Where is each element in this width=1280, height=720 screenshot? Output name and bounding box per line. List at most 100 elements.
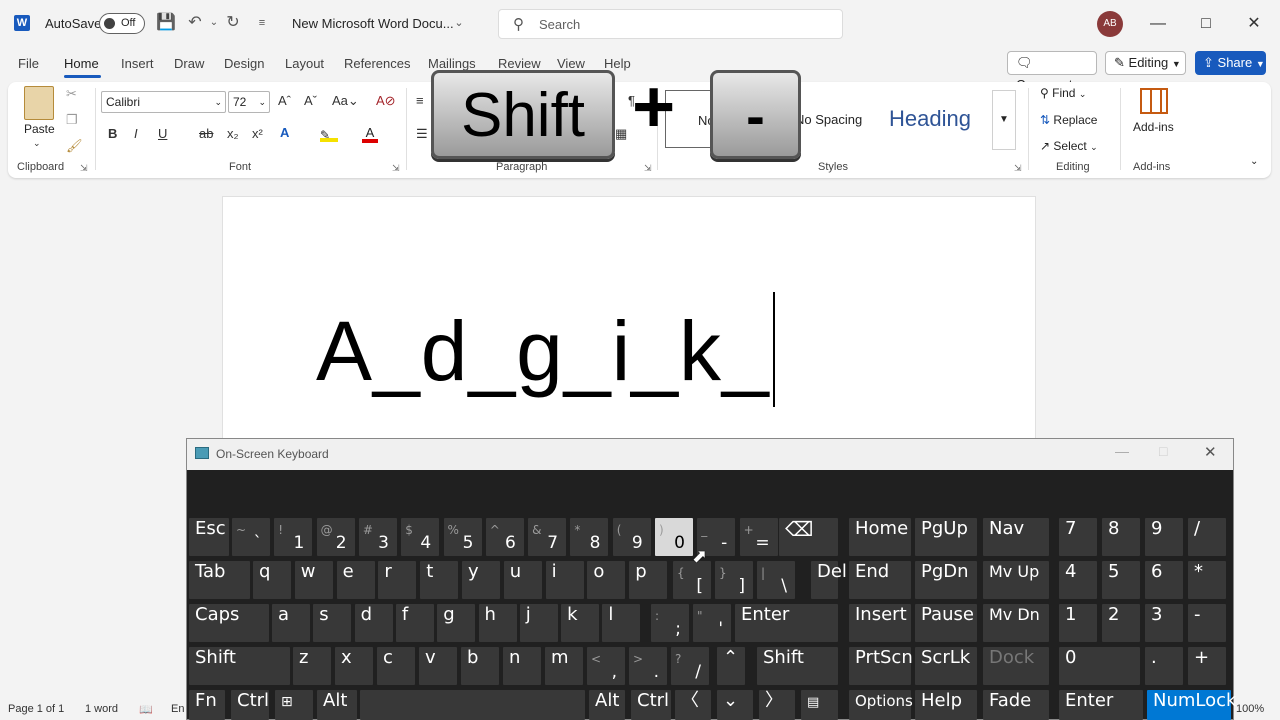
key-shift-left[interactable]: Shift bbox=[189, 647, 290, 685]
add-ins-icon[interactable] bbox=[1140, 88, 1168, 114]
paste-button-label[interactable]: Paste bbox=[24, 122, 55, 136]
subscript-icon[interactable]: x₂ bbox=[227, 126, 239, 141]
tab-layout[interactable]: Layout bbox=[285, 56, 324, 71]
key-ctrl-left[interactable]: Ctrl bbox=[231, 690, 269, 720]
replace-button[interactable]: ⇅ Replace bbox=[1040, 113, 1097, 127]
cut-icon[interactable]: ✂ bbox=[66, 86, 77, 102]
key-numpad[interactable]: . bbox=[1145, 647, 1183, 685]
key-letter-u[interactable]: u bbox=[503, 561, 542, 599]
key-symbol[interactable]: <, bbox=[587, 647, 625, 685]
key-mv-dn[interactable]: Mv Dn bbox=[983, 604, 1049, 642]
proofing-icon[interactable]: 📖 bbox=[139, 703, 153, 716]
font-color-icon[interactable]: A bbox=[362, 125, 378, 143]
key-letter-a[interactable]: a bbox=[272, 604, 310, 642]
word-count-status[interactable]: 1 word bbox=[85, 703, 118, 715]
key-pgup[interactable]: PgUp bbox=[915, 518, 977, 556]
key-row1-1[interactable]: ! 1 bbox=[274, 518, 313, 556]
key-letter-m[interactable]: m bbox=[545, 647, 583, 685]
font-size-combo[interactable]: 72 ⌄ bbox=[228, 91, 270, 113]
key-letter-j[interactable]: j bbox=[519, 604, 558, 642]
clipboard-launcher-icon[interactable]: ⇲ bbox=[80, 163, 88, 174]
key-arrow-up[interactable]: ⌃ bbox=[717, 647, 745, 685]
grow-font-icon[interactable]: Aˆ bbox=[278, 93, 291, 108]
key-help[interactable]: Help bbox=[915, 690, 977, 720]
key-dock[interactable]: Dock bbox=[983, 647, 1049, 685]
format-painter-icon[interactable]: 🖌 bbox=[66, 138, 83, 154]
key-numlock[interactable]: NumLock bbox=[1147, 690, 1236, 720]
key-letter-o[interactable]: o bbox=[587, 561, 626, 599]
language-status[interactable]: En bbox=[171, 703, 184, 715]
style-heading[interactable]: Heading bbox=[889, 106, 971, 132]
tab-draw[interactable]: Draw bbox=[174, 56, 204, 71]
key-row1-8[interactable]: * 8 bbox=[570, 518, 609, 556]
key-fn[interactable]: Fn bbox=[189, 690, 225, 720]
close-icon[interactable]: ✕ bbox=[1242, 12, 1266, 36]
key-letter-t[interactable]: t bbox=[420, 561, 459, 599]
save-icon[interactable]: 💾 bbox=[156, 13, 176, 33]
change-case-icon[interactable]: Aa⌄ bbox=[332, 93, 359, 109]
key-alt-right[interactable]: Alt bbox=[589, 690, 625, 720]
key-row1-5[interactable]: % 5 bbox=[443, 518, 482, 556]
tab-help[interactable]: Help bbox=[604, 56, 631, 71]
key-letter-w[interactable]: w bbox=[294, 561, 333, 599]
key-letter-v[interactable]: v bbox=[419, 647, 457, 685]
shrink-font-icon[interactable]: Aˇ bbox=[304, 93, 317, 108]
text-effects-icon[interactable]: A bbox=[280, 125, 289, 140]
key-row1-6[interactable]: ^ 6 bbox=[485, 518, 524, 556]
comments-button[interactable]: 🗨 Comments bbox=[1007, 51, 1097, 92]
key-pause[interactable]: Pause bbox=[915, 604, 977, 642]
key-end[interactable]: End bbox=[849, 561, 911, 599]
key-prtscn[interactable]: PrtScn bbox=[849, 647, 913, 685]
key-tab[interactable]: Tab bbox=[189, 561, 250, 599]
key-symbol[interactable]: " ' bbox=[693, 604, 731, 642]
key-row1-9[interactable]: (9 bbox=[612, 518, 651, 556]
key-letter-c[interactable]: c bbox=[377, 647, 415, 685]
key-enter[interactable]: Enter bbox=[735, 604, 838, 642]
key-letter-g[interactable]: g bbox=[437, 604, 476, 642]
style-no-spacing[interactable]: No Spacing bbox=[795, 112, 862, 127]
find-button[interactable]: ⚲ Find ⌄ bbox=[1040, 86, 1086, 100]
key-row1-2[interactable]: @2 bbox=[316, 518, 355, 556]
key-letter-b[interactable]: b bbox=[461, 647, 499, 685]
key-symbol[interactable]: :; bbox=[651, 604, 689, 642]
paragraph-launcher-icon[interactable]: ⇲ bbox=[644, 163, 652, 174]
key-options[interactable]: Options bbox=[849, 690, 913, 720]
tab-view[interactable]: View bbox=[557, 56, 585, 71]
copy-icon[interactable]: ❐ bbox=[66, 112, 78, 128]
tab-review[interactable]: Review bbox=[498, 56, 541, 71]
key-letter-y[interactable]: y bbox=[462, 561, 500, 599]
font-name-combo[interactable]: Calibri ⌄ bbox=[101, 91, 226, 113]
key-letter-n[interactable]: n bbox=[503, 647, 541, 685]
key-scrlk[interactable]: ScrLk bbox=[915, 647, 977, 685]
key-symbol[interactable]: ? / bbox=[671, 647, 709, 685]
key-numpad[interactable]: 0 bbox=[1059, 647, 1140, 685]
share-button[interactable]: ⇪ Share ▼ bbox=[1195, 51, 1266, 75]
key-pgdn[interactable]: PgDn bbox=[915, 561, 977, 599]
select-button[interactable]: ↗ Select ⌄ bbox=[1040, 139, 1098, 153]
key-insert[interactable]: Insert bbox=[849, 604, 911, 642]
key-numpad[interactable]: 6 bbox=[1145, 561, 1183, 599]
underline-icon[interactable]: U bbox=[158, 126, 167, 141]
customize-toolbar-icon[interactable]: ≡ bbox=[252, 13, 272, 33]
osk-minimize-icon[interactable]: — bbox=[1115, 443, 1129, 459]
key-symbol[interactable]: | \ bbox=[757, 561, 795, 599]
zoom-level[interactable]: 100% bbox=[1236, 703, 1264, 715]
paste-dropdown-icon[interactable]: ⌄ bbox=[33, 138, 41, 149]
key-numpad[interactable]: 9 bbox=[1145, 518, 1183, 556]
key-symbol[interactable]: >. bbox=[629, 647, 667, 685]
key-esc[interactable]: Esc bbox=[189, 518, 229, 556]
minimize-icon[interactable]: — bbox=[1146, 12, 1170, 36]
tab-mailings[interactable]: Mailings bbox=[428, 56, 476, 71]
tab-file[interactable]: File bbox=[18, 56, 39, 71]
key-arrow-right[interactable]: 〉 bbox=[759, 690, 795, 720]
paste-icon[interactable] bbox=[24, 86, 54, 120]
document-text[interactable]: A_d_g_i_k_ bbox=[316, 303, 770, 400]
search-input[interactable]: ⚲ Search bbox=[498, 9, 843, 39]
key-delete[interactable]: Del bbox=[811, 561, 847, 599]
key-shift-right[interactable]: Shift bbox=[757, 647, 838, 685]
clear-formatting-icon[interactable]: A⊘ bbox=[376, 93, 396, 109]
tab-references[interactable]: References bbox=[344, 56, 410, 71]
key-row1-10[interactable]: ) 0 bbox=[655, 518, 693, 556]
editing-mode-button[interactable]: ✎ Editing ▼ bbox=[1105, 51, 1186, 75]
key-numpad[interactable]: 5 bbox=[1102, 561, 1140, 599]
